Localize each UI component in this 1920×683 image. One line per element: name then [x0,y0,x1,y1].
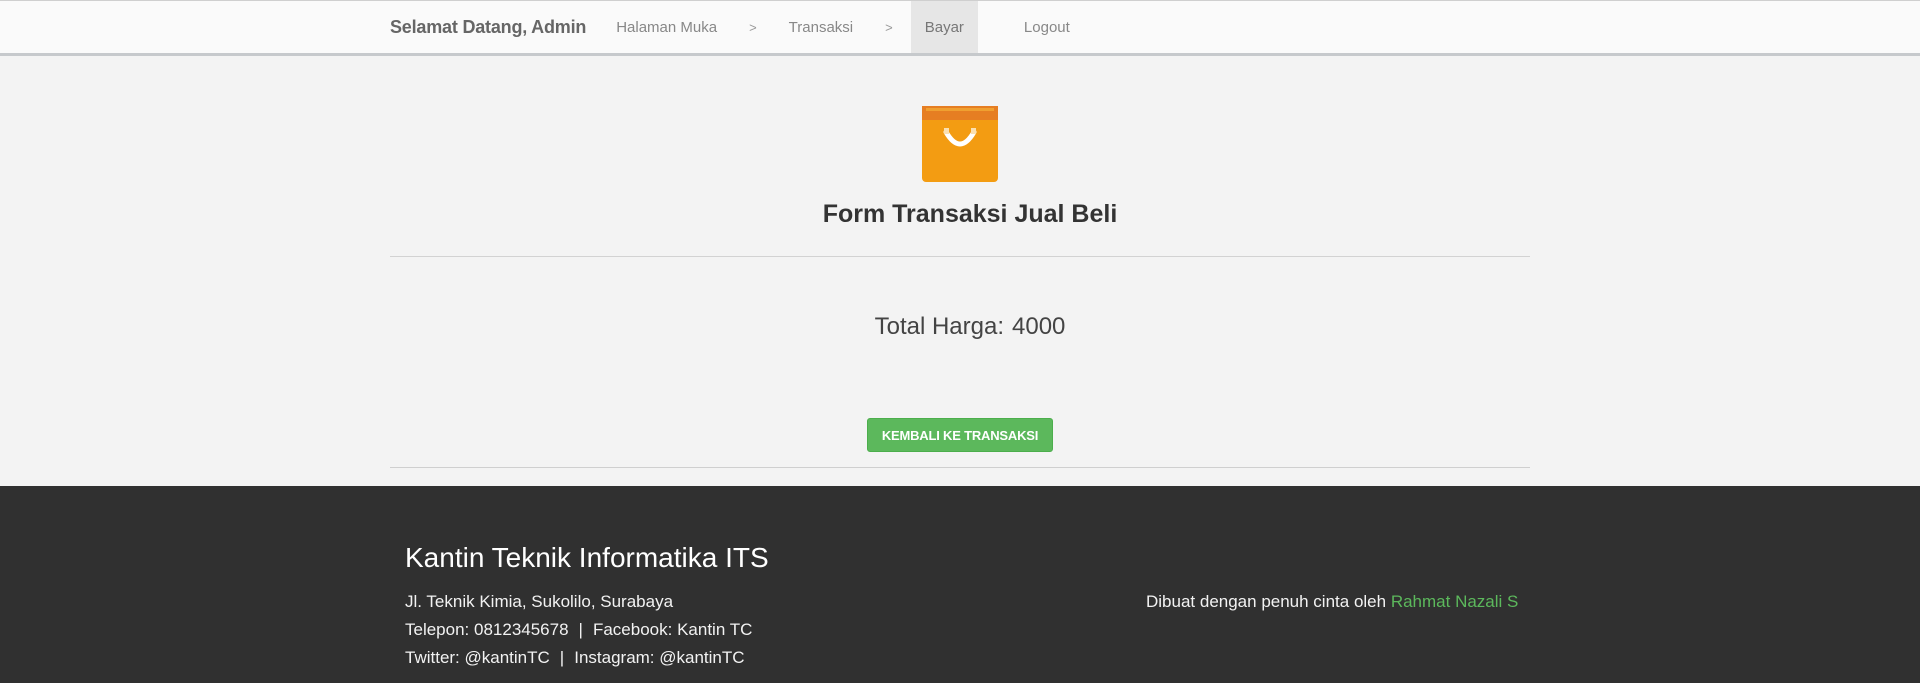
divider [390,467,1530,468]
footer-contact-line-1: Telepon: 0812345678 | Facebook: Kantin TC [405,616,769,644]
footer-instagram: Instagram: @kantinTC [574,648,745,667]
main-content: Form Transaksi Jual Beli Total Harga: 400… [390,56,1530,486]
footer-address: Jl. Teknik Kimia, Sukolilo, Surabaya [405,592,674,611]
navbar-inner: Selamat Datang, Admin Halaman Muka > Tra… [390,1,1084,53]
footer-credit-text: Dibuat dengan penuh cinta oleh [1146,592,1387,611]
footer-pipe: | [559,648,565,667]
footer-phone: Telepon: 0812345678 [405,620,569,639]
nav-item-transaksi[interactable]: Transaksi [775,1,867,53]
total-price-value: 4000 [1012,313,1066,340]
footer-twitter: Twitter: @kantinTC [405,648,550,667]
total-price-label: Total Harga: [874,313,1004,340]
divider [390,256,1530,257]
footer-title: Kantin Teknik Informatika ITS [405,542,769,573]
footer-credit: Dibuat dengan penuh cinta oleh Rahmat Na… [1146,592,1518,612]
nav-item-bayar[interactable]: Bayar [910,1,978,53]
logout-link[interactable]: Logout [1010,1,1084,53]
breadcrumb-separator: > [749,19,757,35]
shopping-bag-icon [922,106,998,182]
back-to-transaction-button[interactable]: KEMBALI KE TRANSAKSI [867,418,1053,452]
breadcrumb-separator: > [885,19,893,35]
footer-info: Kantin Teknik Informatika ITS Jl. Teknik… [405,542,769,672]
footer-credit-link[interactable]: Rahmat Nazali S [1391,592,1519,611]
page-title: Form Transaksi Jual Beli [822,200,1118,228]
navbar-brand: Selamat Datang, Admin [390,16,587,37]
total-price: Total Harga: 4000 [390,313,1550,341]
footer: Kantin Teknik Informatika ITS Jl. Teknik… [0,486,1920,683]
footer-facebook: Facebook: Kantin TC [592,620,753,639]
top-navbar: Selamat Datang, Admin Halaman Muka > Tra… [0,0,1920,56]
nav-item-halaman-muka[interactable]: Halaman Muka [616,1,731,53]
footer-contact-line-2: Twitter: @kantinTC | Instagram: @kantinTC [405,644,769,672]
footer-pipe: | [578,620,583,639]
